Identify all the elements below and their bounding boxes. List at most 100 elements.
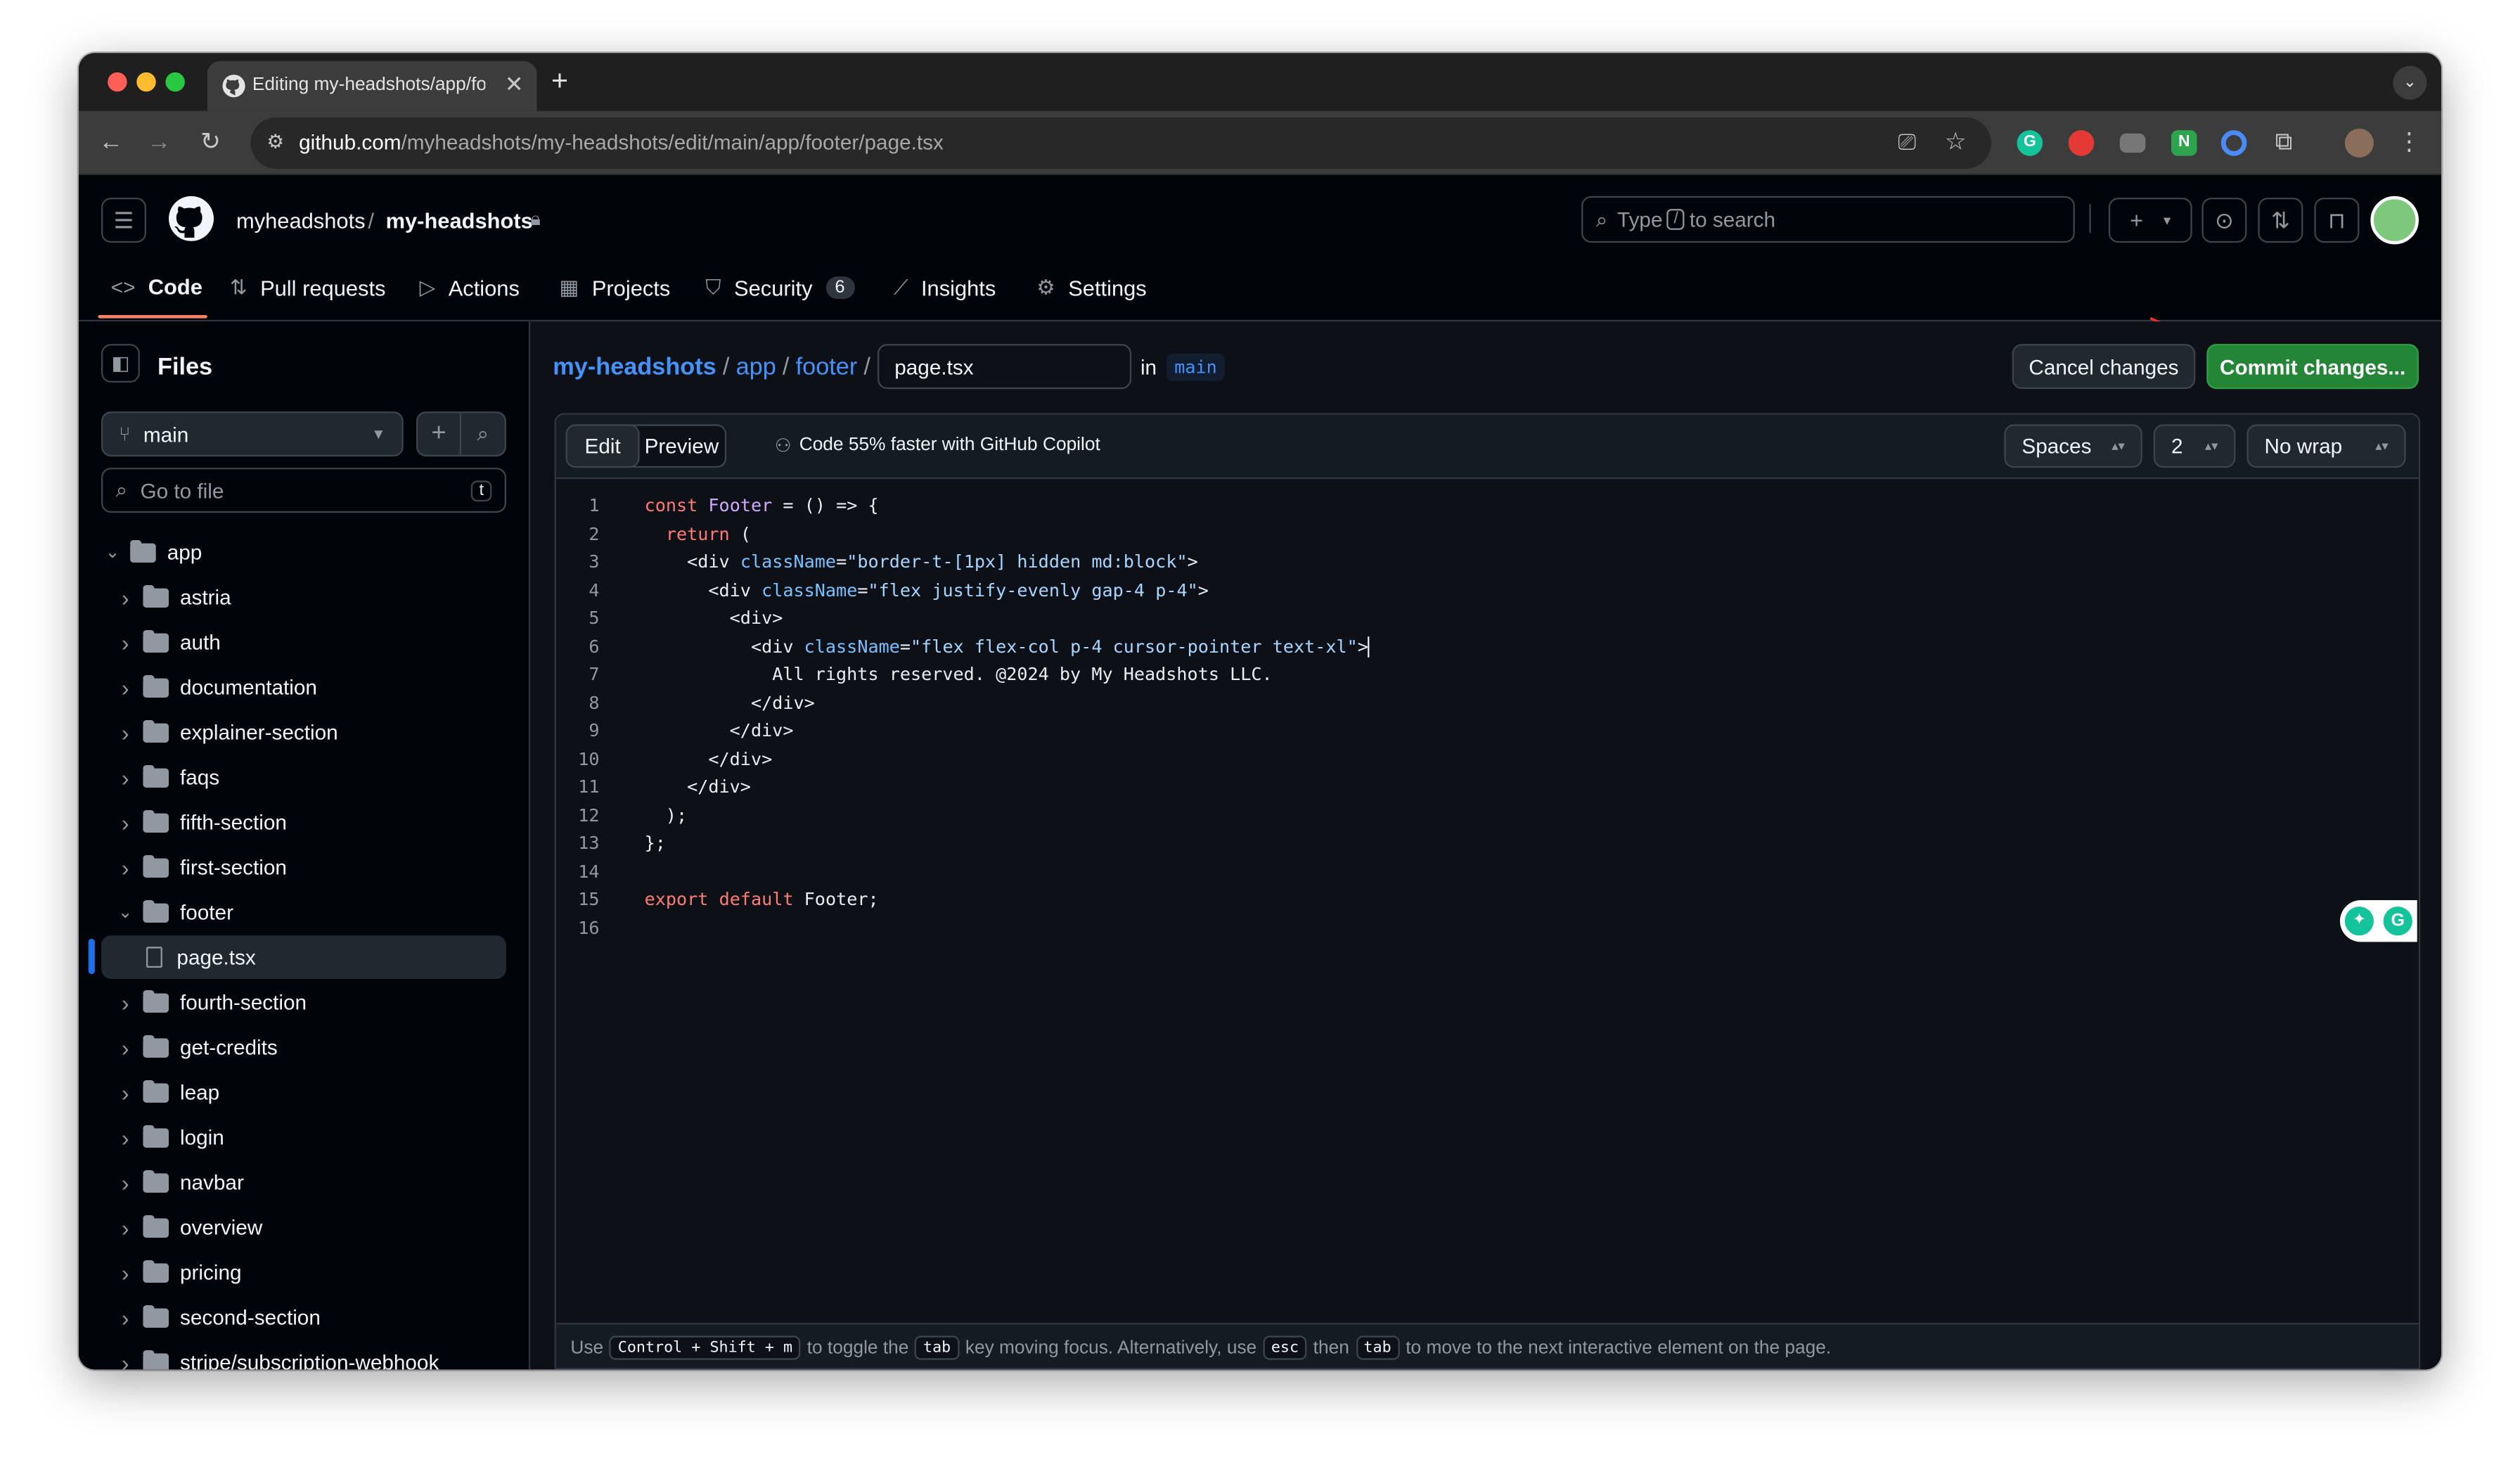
new-tab-icon[interactable]: + <box>551 64 568 98</box>
breadcrumb-repo[interactable]: my-headshots <box>553 353 716 380</box>
chevron-right-icon[interactable]: › <box>114 719 136 745</box>
file-tree-folder[interactable]: ⌄ footer <box>89 890 506 934</box>
folder-icon <box>143 1124 169 1147</box>
chevron-right-icon[interactable]: › <box>114 674 136 700</box>
forward-icon[interactable]: → <box>143 127 175 160</box>
code-area[interactable]: 1 const Footer = () => {2 return (3 <div … <box>556 492 2419 1312</box>
tab-projects[interactable]: ▦ Projects <box>559 275 670 301</box>
browser-tab[interactable]: Editing my-headshots/app/fo ✕ <box>207 60 537 111</box>
file-tree-folder[interactable]: › astria <box>89 575 506 619</box>
grammarly-extension-icon[interactable]: G <box>2017 130 2043 156</box>
copilot-promo[interactable]: ⚇ Code 55% faster with GitHub Copilot <box>775 434 1100 456</box>
chevron-down-icon[interactable]: ⌄ <box>114 902 136 923</box>
chevron-right-icon[interactable]: › <box>114 854 136 880</box>
file-tree-file[interactable]: page.tsx <box>88 935 506 979</box>
file-tree-folder[interactable]: › login <box>89 1115 506 1159</box>
file-tree-folder[interactable]: › faqs <box>89 755 506 799</box>
chevron-right-icon[interactable]: › <box>114 584 136 610</box>
file-tree-folder[interactable]: › leap <box>89 1070 506 1114</box>
chevron-down-icon[interactable]: ⌄ <box>101 541 124 563</box>
pull-requests-header-icon[interactable]: ⇅ <box>2258 198 2303 243</box>
owner-link[interactable]: myheadshots <box>236 209 366 233</box>
grammarly-widget[interactable]: ✦ G <box>2339 899 2417 942</box>
tab-pull-requests[interactable]: ⇅ Pull requests <box>230 275 386 301</box>
select-arrows-icon: ▴▾ <box>2204 438 2218 454</box>
chevron-right-icon[interactable]: › <box>114 1305 136 1331</box>
collapse-sidebar-icon[interactable]: ◧ <box>101 344 140 383</box>
red-extension-icon[interactable] <box>2068 130 2095 156</box>
breadcrumb-footer[interactable]: footer <box>796 353 858 380</box>
chevron-right-icon[interactable]: › <box>114 764 136 790</box>
file-tree-folder[interactable]: › get-credits <box>89 1025 506 1069</box>
profile-avatar[interactable] <box>2344 128 2374 158</box>
repo-link[interactable]: my-headshots <box>386 209 533 233</box>
chevron-right-icon[interactable]: › <box>114 1124 136 1151</box>
chevron-right-icon[interactable]: › <box>114 629 136 655</box>
tab-search-icon[interactable]: ⌄ <box>2393 65 2427 100</box>
search-icon: ⌕ <box>115 477 128 502</box>
hamburger-menu-icon[interactable]: ☰ <box>101 198 146 243</box>
file-tree-folder[interactable]: › fifth-section <box>89 800 506 844</box>
file-tree-folder[interactable]: ⌄ app <box>89 530 506 574</box>
file-tree-folder[interactable]: › first-section <box>89 845 506 889</box>
bookmark-star-icon[interactable]: ☆ <box>1945 127 1967 156</box>
tab-settings[interactable]: ⚙ Settings <box>1036 275 1146 301</box>
indent-mode-select[interactable]: Spaces ▴▾ <box>2004 424 2142 468</box>
github-logo-icon[interactable] <box>168 196 214 241</box>
install-app-icon[interactable]: ⎚ <box>1898 129 1916 156</box>
tab-security[interactable]: ⛉ Security 6 <box>705 275 855 301</box>
minimize-window-button[interactable] <box>136 72 156 92</box>
branch-selector[interactable]: ⑂ main ▼ <box>101 411 404 457</box>
issues-icon[interactable]: ⊙ <box>2201 198 2247 243</box>
tab-code[interactable]: <> Code <box>111 275 202 299</box>
chevron-right-icon[interactable]: › <box>114 989 136 1015</box>
extensions-puzzle-icon[interactable]: ⧉ <box>2268 127 2300 160</box>
chevron-right-icon[interactable]: › <box>114 1215 136 1241</box>
reload-icon[interactable]: ↻ <box>195 127 227 160</box>
file-tree-folder[interactable]: › explainer-section <box>89 710 506 754</box>
back-icon[interactable]: ← <box>95 127 127 160</box>
tab-insights[interactable]: ⟋ Insights <box>894 275 996 301</box>
color-picker-extension-icon[interactable] <box>2220 130 2247 156</box>
file-tree-folder[interactable]: › stripe/subscription-webhook <box>89 1340 506 1370</box>
tab-actions[interactable]: ▷ Actions <box>420 275 520 301</box>
search-files-icon[interactable]: ⌕ <box>461 413 505 454</box>
chevron-right-icon[interactable]: › <box>114 1350 136 1370</box>
cancel-changes-button[interactable]: Cancel changes <box>2012 344 2196 390</box>
close-window-button[interactable] <box>108 72 127 92</box>
address-bar[interactable]: ⚙ github.com/myheadshots/my-headshots/ed… <box>250 117 1991 169</box>
file-tree-folder[interactable]: › pricing <box>89 1250 506 1294</box>
chrome-menu-icon[interactable]: ⋮ <box>2393 127 2425 160</box>
file-tree-folder[interactable]: › overview <box>89 1205 506 1249</box>
green-n-extension-icon[interactable]: N <box>2171 130 2197 156</box>
tab-edit[interactable]: Edit <box>565 424 640 468</box>
close-tab-icon[interactable]: ✕ <box>505 71 524 98</box>
wrap-mode-select[interactable]: No wrap ▴▾ <box>2246 424 2406 468</box>
add-file-icon[interactable]: + <box>418 413 462 455</box>
chevron-right-icon[interactable]: › <box>114 1169 136 1196</box>
filename-input[interactable]: page.tsx <box>877 344 1131 390</box>
zoom-window-button[interactable] <box>165 72 185 92</box>
go-to-file-input[interactable]: ⌕ Go to file t <box>101 468 506 513</box>
site-settings-icon[interactable]: ⚙ <box>266 130 284 153</box>
search-input[interactable]: ⌕ Type / to search <box>1581 196 2075 243</box>
chevron-right-icon[interactable]: › <box>114 1260 136 1286</box>
robot-extension-icon[interactable] <box>2119 133 2146 153</box>
commit-changes-button[interactable]: Commit changes... <box>2206 344 2419 390</box>
file-tree-folder[interactable]: › navbar <box>89 1160 506 1204</box>
inbox-icon[interactable]: ⊓ <box>2314 198 2360 243</box>
user-avatar[interactable] <box>2370 196 2419 245</box>
file-tree-folder[interactable]: › documentation <box>89 665 506 709</box>
create-new-button[interactable]: + ▾ <box>2108 198 2192 243</box>
file-tree-folder[interactable]: › second-section <box>89 1295 506 1339</box>
breadcrumb-app[interactable]: app <box>736 353 776 380</box>
file-tree-folder[interactable]: › fourth-section <box>89 980 506 1024</box>
file-tree-folder[interactable]: › auth <box>89 620 506 664</box>
tab-preview[interactable]: Preview <box>645 434 719 458</box>
chevron-right-icon[interactable]: › <box>114 1034 136 1060</box>
search-shortcut-key: / <box>1667 209 1685 230</box>
chevron-right-icon[interactable]: › <box>114 1079 136 1106</box>
code-text: }; <box>644 832 666 854</box>
chevron-right-icon[interactable]: › <box>114 809 136 835</box>
indent-size-select[interactable]: 2 ▴▾ <box>2153 424 2236 468</box>
